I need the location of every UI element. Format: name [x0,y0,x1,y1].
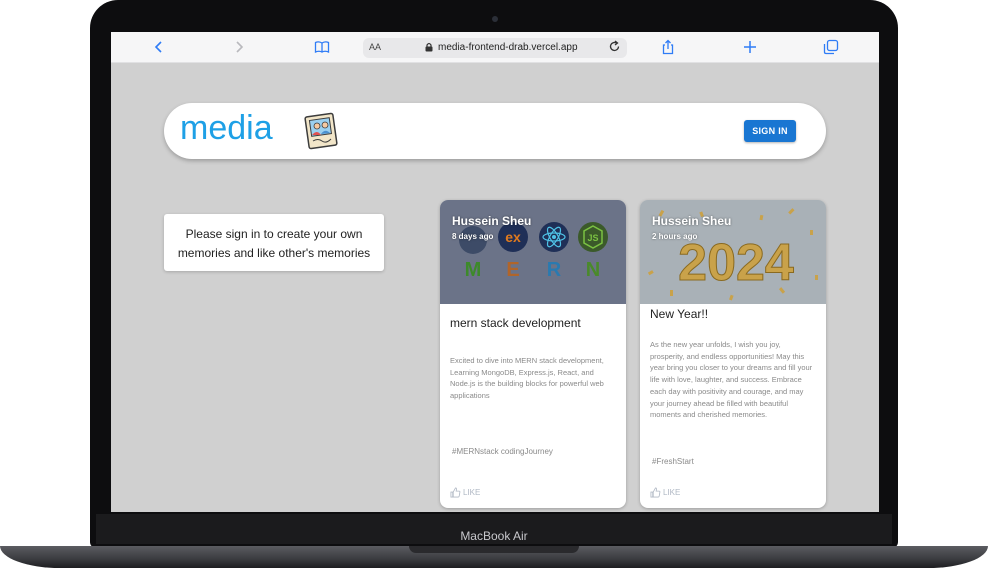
thumb-up-icon [650,487,661,497]
reload-icon[interactable] [608,40,621,56]
post-message: Excited to dive into MERN stack developm… [450,356,604,401]
post-time: 2 hours ago [652,232,698,241]
year-balloons: 2024 [678,234,794,292]
new-tab-icon[interactable] [742,39,758,55]
letter-r: R [547,259,562,281]
post-tags: #FreshStart [652,457,694,466]
thumb-up-icon [450,487,461,497]
post-card[interactable]: 2024 Hussein Sheu 2 hours ago New Year!!… [640,200,826,508]
signin-prompt: Please sign in to create your own memori… [164,214,384,271]
post-card[interactable]: ex JS M E R N Hussein Sheu 8 days ago me… [440,200,626,508]
laptop-notch [409,546,579,553]
forward-icon[interactable] [231,39,247,55]
like-button[interactable]: LIKE [650,486,680,498]
laptop-mockup: MacBook Air AA media-frontend-drab.verce… [0,0,988,568]
url-text: media-frontend-drab.vercel.app [438,42,578,53]
express-badge: ex [505,229,521,245]
back-icon[interactable] [151,39,167,55]
post-author: Hussein Sheu [452,214,532,228]
post-tags: #MERNstack codingJourney [452,447,553,456]
screen: AA media-frontend-drab.vercel.app media [111,32,879,512]
post-title: New Year!! [650,307,709,321]
like-label: LIKE [663,487,681,497]
tabs-icon[interactable] [823,39,839,55]
letter-n: N [586,259,600,281]
post-title: mern stack development [450,316,581,330]
device-label: MacBook Air [460,529,528,543]
like-button[interactable]: LIKE [450,486,480,498]
share-icon[interactable] [660,39,676,55]
browser-toolbar: AA media-frontend-drab.vercel.app [111,32,879,63]
memories-logo-icon [304,112,338,150]
text-size-button[interactable]: AA [369,42,381,52]
address-bar[interactable]: AA media-frontend-drab.vercel.app [363,38,627,58]
svg-text:JS: JS [587,233,598,243]
letter-e: E [506,259,519,281]
like-label: LIKE [463,487,481,497]
camera-icon [492,16,498,22]
app-header: media SIGN IN [164,103,826,159]
sign-in-button[interactable]: SIGN IN [744,120,796,142]
bookmarks-icon[interactable] [314,39,330,55]
post-time: 8 days ago [452,232,494,241]
letter-m: M [465,259,482,281]
post-author: Hussein Sheu [652,214,732,228]
lock-icon [425,42,433,52]
brand-logo-text[interactable]: media [180,109,273,148]
post-message: As the new year unfolds, I wish you joy,… [650,340,813,420]
